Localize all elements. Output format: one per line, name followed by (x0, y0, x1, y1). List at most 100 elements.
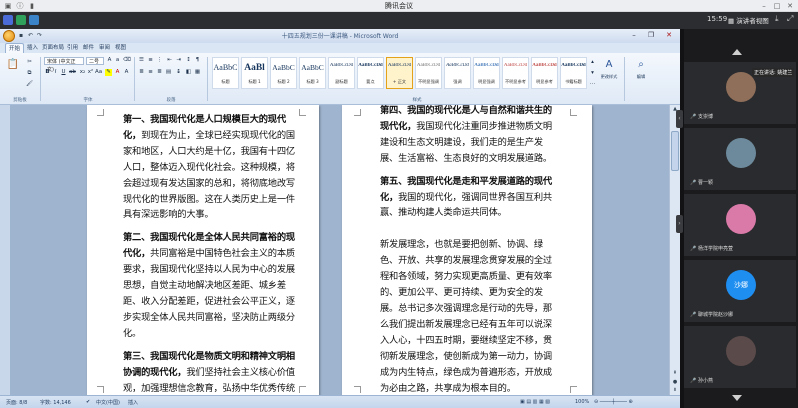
collapse-panel-button[interactable]: ‹ (676, 110, 683, 128)
scrollbar-thumb[interactable] (671, 131, 679, 171)
styles-scroll-up-icon[interactable]: ▴ (589, 59, 596, 66)
clear-format-icon[interactable]: ⌫ (123, 57, 131, 64)
participant-tile[interactable]: 🎤 杨洋学院申亮萱 (684, 194, 796, 256)
avatar (726, 336, 756, 366)
maximize-icon[interactable]: □ (773, 2, 781, 10)
line-spacing-icon[interactable]: ↨ (175, 69, 182, 76)
zoom-level[interactable]: 100% (575, 399, 589, 405)
participants-panel: 🎤 支崇博 🎤 曹一颖 🎤 杨洋学院申亮萱 沙娜 🎤 聊城学院赵沙娜 🎤 孙小燕 (680, 29, 798, 408)
page-left: 第一、我国现代化是人口规模巨大的现代化，到现在为止，全球已经实现现代化的国家和地… (87, 105, 319, 395)
borders-icon[interactable]: ▦ (194, 69, 201, 76)
word-close-icon[interactable]: ✕ (661, 30, 677, 40)
paragraph-body: 共同富裕是中国特色社会主义的本质要求，我国现代化坚持以人民为中心的发展思想，自觉… (123, 248, 295, 339)
expand-panel-button[interactable]: › (676, 215, 683, 233)
align-left-icon[interactable]: ≣ (138, 69, 145, 76)
style-subtle-emphasis[interactable]: AaBbCcDd 不明显强调 (415, 57, 442, 89)
shield-check-icon (16, 15, 26, 25)
align-center-icon[interactable]: ≡ (147, 69, 154, 76)
underline-icon[interactable]: U (60, 69, 67, 76)
superscript-icon[interactable]: x² (87, 69, 94, 76)
italic-icon[interactable]: I (52, 69, 59, 76)
tab-mailings[interactable]: 邮件 (80, 43, 97, 53)
edit-button[interactable]: ⌕ 编辑 (630, 57, 652, 97)
crop-mark (354, 109, 361, 116)
view-toggle-button[interactable]: ▦ 演讲者视图 (728, 15, 769, 25)
subscript-icon[interactable]: x₂ (79, 69, 86, 76)
participant-name: 杨洋学院申亮萱 (698, 246, 734, 252)
style-heading-2[interactable]: AaBbC 标题 2 (270, 57, 297, 89)
tab-home[interactable]: 开始 (5, 43, 25, 53)
cut-icon[interactable]: ✂ (26, 59, 33, 66)
info-badge-icon[interactable] (29, 15, 39, 25)
word-restore-icon[interactable]: ❐ (643, 30, 659, 40)
style-intense-reference[interactable]: AaBbCcDd 明显参考 (531, 57, 558, 89)
highlight-icon[interactable]: ✎ (105, 69, 112, 76)
shrink-font-icon[interactable]: a (114, 57, 121, 64)
style-book-title[interactable]: AaBbCcDd 书籍标题 (560, 57, 587, 89)
view-buttons[interactable]: ▣ ▤ ▥ ▦ ▧ (520, 399, 550, 405)
align-right-icon[interactable]: ≣ (156, 69, 163, 76)
panel-scroll-down-icon[interactable] (732, 395, 742, 401)
zoom-slider[interactable]: ⊖ ────┼──── ⊕ (594, 399, 633, 405)
style-title[interactable]: AaBbC 标题 (212, 57, 239, 89)
tab-view[interactable]: 视图 (112, 43, 129, 53)
bold-icon[interactable]: B (44, 69, 51, 76)
font-size-select[interactable]: 二号 (86, 57, 104, 65)
word-minimize-icon[interactable]: – (626, 30, 642, 40)
justify-icon[interactable]: ▤ (165, 69, 172, 76)
participant-tile[interactable]: 🎤 孙小燕 (684, 326, 796, 388)
select-browse-icon[interactable]: ● (670, 378, 680, 386)
page-count[interactable]: 页面: 8/8 (6, 399, 27, 406)
insert-mode[interactable]: 插入 (128, 399, 138, 406)
multilevel-list-icon[interactable]: ⋮ (156, 57, 163, 64)
increase-indent-icon[interactable]: ⇥ (175, 57, 182, 64)
change-styles-button[interactable]: A 更改样式 (598, 57, 620, 97)
group-styles-label: 样式 (412, 98, 422, 103)
decrease-indent-icon[interactable]: ⇤ (166, 57, 173, 64)
language-indicator[interactable]: 中文(中国) (96, 399, 120, 406)
minimize-window-icon[interactable]: ⤓ (775, 14, 779, 24)
minimize-icon[interactable]: – (760, 2, 768, 10)
fullscreen-icon[interactable]: ⤢ (787, 14, 793, 24)
tab-review[interactable]: 审阅 (96, 43, 113, 53)
copy-icon[interactable]: ⧉ (26, 70, 33, 77)
styles-more-icon[interactable]: ⋯ (589, 81, 596, 88)
participant-tile[interactable]: 沙娜 🎤 聊城学院赵沙娜 (684, 260, 796, 322)
vertical-scrollbar[interactable]: ▲ ⇞ ● ⇟ (669, 105, 680, 395)
styles-scroll-down-icon[interactable]: ▾ (589, 70, 596, 77)
sort-icon[interactable]: ↕ (185, 57, 192, 64)
bullets-icon[interactable]: ☰ (138, 57, 145, 64)
change-case-icon[interactable]: Aa (95, 69, 102, 76)
style-subtitle[interactable]: AaBbCcDd 副标题 (328, 57, 355, 89)
paragraph: 第四、我国的现代化是人与自然和谐共生的现代化，我国现代化注重同步推进物质文明建设… (380, 105, 560, 167)
style-emphasis[interactable]: AaBbCcDd 强调 (444, 57, 471, 89)
style-intense-emphasis[interactable]: AaBbCcDd 明显强调 (473, 57, 500, 89)
font-color-icon[interactable]: A (114, 69, 121, 76)
next-page-icon[interactable]: ⇟ (670, 386, 680, 394)
proofing-icon[interactable]: ✔ (86, 399, 90, 405)
show-marks-icon[interactable]: ¶ (194, 57, 201, 64)
style-heading-1[interactable]: AaBl 标题 1 (241, 57, 268, 89)
tab-references[interactable]: 引用 (64, 43, 81, 53)
format-painter-icon[interactable]: 🖌 (26, 81, 33, 88)
style-subtle-reference[interactable]: AaBbCcDd 不明显参考 (502, 57, 529, 89)
close-icon[interactable]: ✕ (786, 2, 794, 10)
numbering-icon[interactable]: ≡ (147, 57, 154, 64)
grow-font-icon[interactable]: A (106, 57, 113, 64)
paste-button[interactable]: 📋 (2, 57, 24, 97)
word-count[interactable]: 字数: 14,146 (40, 399, 71, 406)
font-name-select[interactable]: 宋体 (中文正文) (44, 57, 84, 73)
tab-page-layout[interactable]: 页面布局 (39, 43, 67, 53)
char-border-icon[interactable]: A (123, 69, 130, 76)
crop-mark (97, 386, 104, 393)
prev-page-icon[interactable]: ⇞ (670, 369, 680, 377)
binoculars-icon: ⌕ (638, 59, 644, 70)
style-normal[interactable]: AaBbCcDd + 正文 (386, 57, 413, 89)
strikethrough-icon[interactable]: ab (69, 69, 76, 76)
shading-icon[interactable]: ◧ (185, 69, 192, 76)
participant-tile[interactable]: 🎤 曹一颖 (684, 128, 796, 190)
style-heading-3[interactable]: AaBbC 标题 3 (299, 57, 326, 89)
style-strong[interactable]: AaBbCcDd 要点 (357, 57, 384, 89)
panel-scroll-up-icon[interactable] (732, 49, 742, 55)
group-font-label: 字体 (83, 98, 93, 103)
